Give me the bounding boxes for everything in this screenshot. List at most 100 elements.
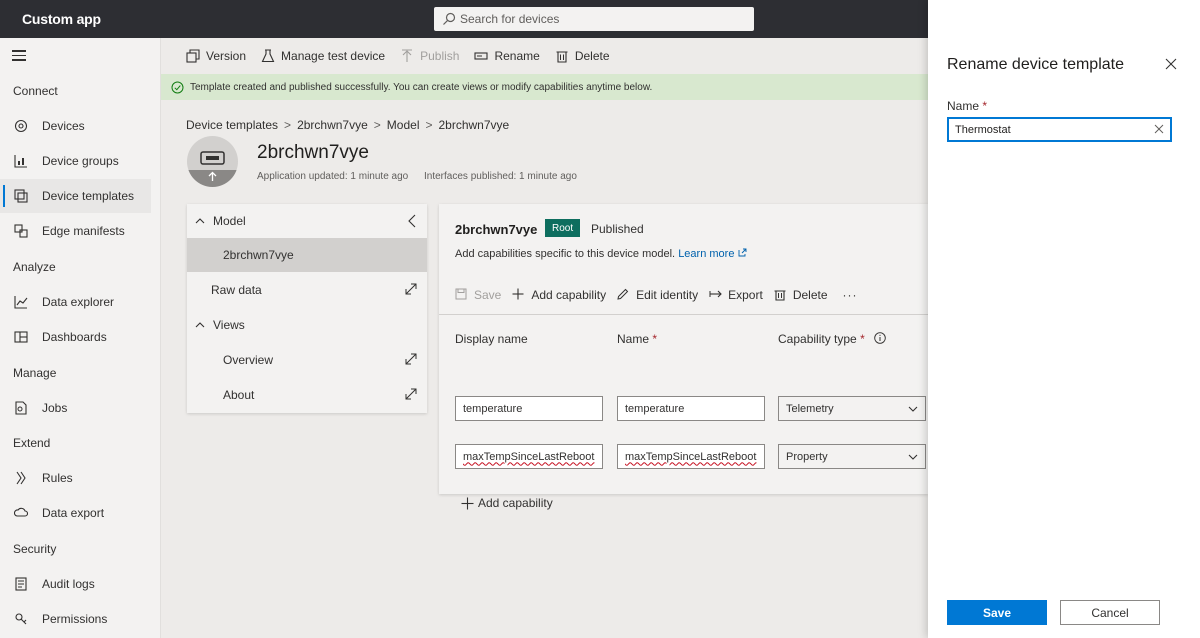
device-groups-icon (13, 153, 29, 169)
template-name-field[interactable] (947, 117, 1172, 142)
sidebar-item-data-export[interactable]: Data export (0, 496, 151, 530)
section-title-connect: Connect (13, 84, 58, 98)
sidebar-item-label: Data explorer (42, 295, 115, 309)
checkmark-circle-icon (171, 81, 184, 93)
sidebar-item-label: Permissions (42, 612, 108, 626)
expand-icon[interactable] (405, 388, 417, 400)
sidebar-item-jobs[interactable]: Jobs (0, 391, 151, 425)
sidebar-item-data-explorer[interactable]: Data explorer (0, 285, 151, 319)
chevron-right-icon: > (425, 118, 433, 132)
rename-dialog: Rename device template Name * Save Cance… (928, 0, 1200, 638)
sidebar-item-devices[interactable]: Devices (0, 109, 151, 143)
capability-type-select[interactable]: Telemetry (778, 396, 926, 421)
device-templates-icon (13, 188, 29, 204)
sidebar-item-dashboards[interactable]: Dashboards (0, 320, 151, 354)
app-title[interactable]: Custom app (22, 11, 101, 27)
column-header-capability-type: Capability type * (778, 332, 886, 346)
tree-item-model[interactable]: Model (187, 204, 427, 238)
audit-logs-icon (13, 576, 29, 592)
interfaces-published-text: Interfaces published: 1 minute ago (424, 171, 577, 182)
data-explorer-icon (13, 294, 29, 310)
rename-button[interactable]: Rename (474, 49, 540, 63)
collapse-panel-icon[interactable] (407, 214, 417, 228)
section-title-analyze: Analyze (13, 260, 56, 274)
status-label: Published (591, 222, 644, 236)
sidebar-item-device-templates[interactable]: Device templates (0, 179, 151, 213)
sidebar-item-device-groups[interactable]: Device groups (0, 144, 151, 178)
display-name-field[interactable]: maxTempSinceLastReboot (455, 444, 603, 469)
tree-item-views[interactable]: Views (187, 308, 427, 342)
divider (439, 314, 928, 315)
template-name-input[interactable] (955, 119, 1151, 140)
sidebar-item-label: Data export (42, 506, 105, 520)
trash-icon (555, 49, 569, 63)
hamburger-menu-icon[interactable] (12, 50, 26, 61)
save-capability-button[interactable]: Save (455, 288, 501, 302)
name-field[interactable]: temperature (617, 396, 765, 421)
save-icon (455, 288, 469, 302)
tree-item-overview[interactable]: Overview (187, 343, 427, 377)
chevron-right-icon: > (284, 118, 292, 132)
clear-icon[interactable] (1154, 124, 1164, 134)
tree-item-raw-data[interactable]: Raw data (187, 273, 427, 307)
close-icon[interactable] (1165, 58, 1177, 70)
breadcrumb-item[interactable]: Device templates (186, 118, 278, 132)
expand-icon[interactable] (405, 353, 417, 365)
search-icon (443, 12, 456, 25)
column-header-display-name: Display name (455, 332, 528, 346)
edge-manifests-icon (13, 223, 29, 239)
sidebar-item-label: Rules (42, 471, 73, 485)
tree-item-model-interface[interactable]: 2brchwn7vye (187, 238, 427, 272)
save-button[interactable]: Save (947, 600, 1047, 625)
dashboards-icon (13, 329, 29, 345)
name-field[interactable]: maxTempSinceLastReboot (617, 444, 765, 469)
breadcrumb-current: 2brchwn7vye (438, 118, 510, 132)
more-options-icon[interactable]: ··· (843, 288, 858, 302)
display-name-field[interactable]: temperature (455, 396, 603, 421)
external-link-icon (738, 248, 746, 257)
breadcrumb-item[interactable]: Model (387, 118, 420, 132)
delete-template-button[interactable]: Delete (555, 49, 610, 63)
search-box[interactable] (434, 7, 754, 31)
jobs-icon (13, 400, 29, 416)
info-icon[interactable] (874, 332, 886, 344)
add-capability-toolbar-button[interactable]: Add capability (512, 288, 606, 302)
data-export-icon (13, 505, 29, 521)
add-capability-button[interactable]: Add capability (461, 496, 553, 510)
capability-type-select[interactable]: Property (778, 444, 926, 469)
pencil-icon (617, 288, 631, 302)
section-title-manage: Manage (13, 366, 57, 380)
section-title-extend: Extend (13, 436, 51, 450)
template-avatar (187, 136, 238, 187)
interface-title: 2brchwn7vye (455, 222, 538, 237)
sidebar-item-rules[interactable]: Rules (0, 461, 151, 495)
search-input[interactable] (460, 7, 750, 31)
publish-icon (400, 49, 414, 63)
learn-more-link[interactable]: Learn more (678, 248, 746, 260)
breadcrumb-item[interactable]: 2brchwn7vye (297, 118, 368, 132)
sidebar-item-edge-manifests[interactable]: Edge manifests (0, 214, 151, 248)
device-thermostat-icon (187, 151, 238, 187)
sidebar-item-audit-logs[interactable]: Audit logs (0, 567, 151, 601)
expand-icon[interactable] (405, 283, 417, 295)
template-name: 2brchwn7vye (257, 142, 369, 163)
tree-item-about[interactable]: About (187, 378, 427, 412)
edit-identity-button[interactable]: Edit identity (617, 288, 698, 302)
export-icon (709, 288, 723, 302)
rename-icon (474, 49, 489, 63)
version-button[interactable]: Version (186, 49, 246, 63)
export-button[interactable]: Export (709, 288, 763, 302)
publish-button[interactable]: Publish (400, 49, 459, 63)
banner-text: Template created and published successfu… (190, 81, 653, 93)
sidebar-item-permissions[interactable]: Permissions (0, 602, 151, 636)
cancel-button[interactable]: Cancel (1060, 600, 1160, 625)
sidebar-item-label: Device templates (42, 189, 135, 203)
chevron-down-icon (908, 454, 918, 460)
devices-icon (13, 118, 29, 134)
manage-test-device-button[interactable]: Manage test device (261, 49, 385, 63)
delete-capability-button[interactable]: Delete (774, 288, 828, 302)
version-icon (186, 49, 200, 63)
chevron-up-icon (195, 322, 205, 328)
column-header-name: Name * (617, 332, 658, 346)
template-tree-panel: Model 2brchwn7vye Raw data Views Overvie… (187, 204, 427, 413)
